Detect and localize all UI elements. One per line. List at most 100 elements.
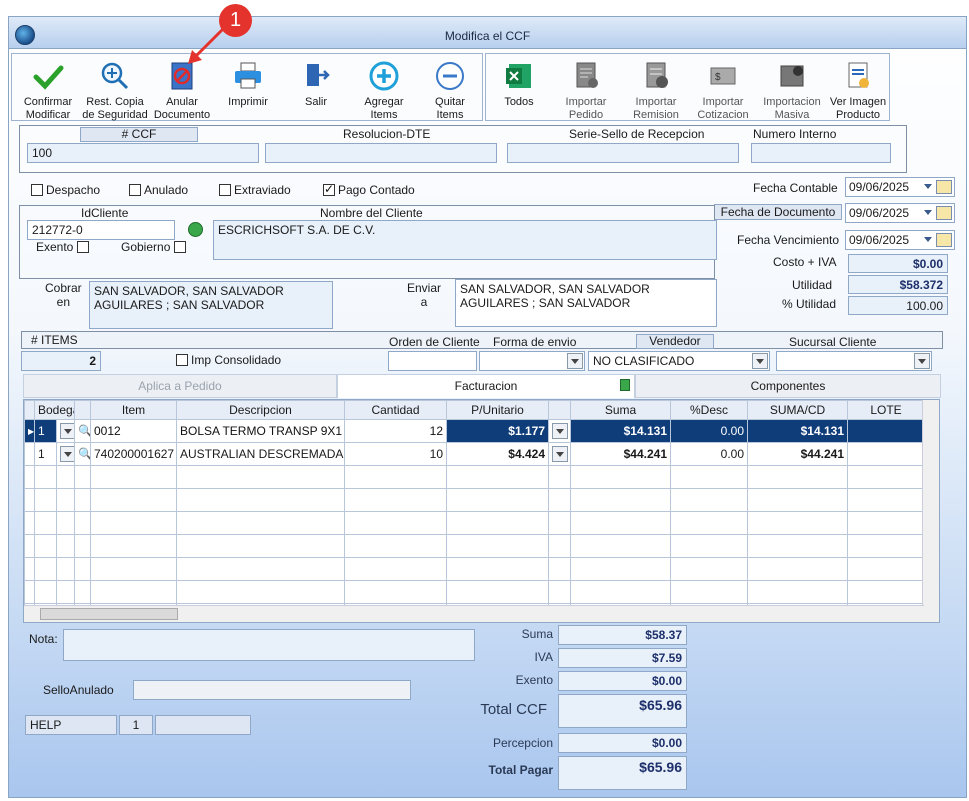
cantidad-cell[interactable]: 10 — [344, 442, 447, 466]
extraviado-check-box[interactable] — [219, 184, 231, 196]
lote-cell[interactable] — [847, 419, 925, 443]
bodega-cell[interactable]: 1 — [34, 442, 57, 466]
chevron-down-icon[interactable] — [924, 184, 932, 189]
bodega-dropdown[interactable] — [56, 442, 75, 466]
table-row[interactable]: ▶ 1 🔍 0012 BOLSA TERMO TRANSP 9X1 12 $1.… — [24, 419, 925, 443]
lote-cell[interactable] — [847, 442, 925, 466]
scroll-thumb[interactable] — [40, 608, 178, 620]
price-dropdown[interactable] — [548, 442, 571, 466]
view-image-button[interactable]: Ver Imagen Producto — [828, 60, 888, 122]
tab-facturacion[interactable]: Facturacion — [337, 374, 635, 398]
desc-pct-cell[interactable]: 0.00 — [670, 442, 748, 466]
percepcion-total: $0.00 — [558, 733, 687, 753]
cobrar-address-field[interactable]: SAN SALVADOR, SAN SALVADOR AGUILARES ; SA… — [89, 281, 333, 329]
despacho-check-box[interactable] — [31, 184, 43, 196]
mass-import-button[interactable]: Importacion Masiva — [762, 60, 822, 122]
table-row[interactable] — [24, 534, 925, 558]
imp-consolidado-check-box[interactable] — [176, 354, 188, 366]
table-row[interactable] — [24, 465, 925, 489]
chevron-down-icon[interactable] — [567, 353, 583, 369]
cantidad-cell[interactable]: 12 — [344, 419, 447, 443]
fecha-documento-picker[interactable]: 09/06/2025 — [845, 203, 955, 223]
exento-check-box[interactable] — [76, 241, 89, 253]
pct-utilidad-label: % Utilidad — [782, 297, 837, 311]
bodega-cell[interactable]: 1 — [34, 419, 57, 443]
svg-text:$: $ — [715, 72, 721, 83]
import-remision-icon — [640, 60, 672, 92]
fecha-vencimiento-picker[interactable]: 09/06/2025 — [845, 230, 955, 250]
table-row[interactable] — [24, 557, 925, 581]
numero-interno-field[interactable] — [751, 143, 891, 163]
chevron-down-icon[interactable] — [924, 210, 932, 215]
table-row[interactable] — [24, 580, 925, 604]
desc-pct-cell[interactable]: 0.00 — [670, 419, 748, 443]
tab-aplica-pedido[interactable]: Aplica a Pedido — [23, 374, 337, 398]
nota-field[interactable] — [63, 629, 475, 661]
pago-contado-check-box[interactable] — [323, 182, 335, 196]
punitario-cell[interactable]: $1.177 — [446, 419, 549, 443]
chevron-down-icon[interactable] — [552, 423, 568, 439]
serie-sello-field[interactable] — [507, 143, 739, 163]
excel-icon — [503, 60, 535, 92]
tab-componentes[interactable]: Componentes — [635, 374, 941, 398]
ccf-number-field[interactable]: 100 — [27, 143, 259, 163]
nombre-cliente-field[interactable]: ESCRICHSOFT S.A. DE C.V. — [213, 220, 717, 260]
exit-button[interactable]: Salir — [288, 60, 344, 109]
chevron-down-icon[interactable] — [552, 446, 568, 462]
chevron-down-icon[interactable] — [752, 353, 768, 369]
gobierno-check-box[interactable] — [173, 241, 186, 253]
gobierno-checkbox[interactable]: Gobierno — [121, 240, 189, 254]
despacho-checkbox[interactable]: Despacho — [31, 183, 100, 197]
forma-envio-select[interactable] — [479, 351, 585, 371]
minus-circle-icon — [434, 60, 466, 92]
fecha-contable-picker[interactable]: 09/06/2025 — [845, 177, 955, 197]
calendar-icon[interactable] — [936, 206, 952, 220]
add-items-button[interactable]: Agregar Items — [354, 60, 414, 122]
anulado-check-box[interactable] — [129, 184, 141, 196]
help-status-num: 1 — [119, 715, 153, 735]
table-row[interactable] — [24, 511, 925, 535]
table-row[interactable]: 1 🔍 740200001627 AUSTRALIAN DESCREMADA 1… — [24, 442, 925, 466]
resolucion-field[interactable] — [265, 143, 497, 163]
table-row[interactable] — [24, 488, 925, 512]
calendar-icon[interactable] — [936, 180, 952, 194]
chevron-down-icon[interactable] — [60, 423, 74, 439]
restore-backup-button[interactable]: Rest. Copia de Seguridad — [80, 60, 150, 122]
enviar-address-field[interactable]: SAN SALVADOR, SAN SALVADOR AGUILARES ; SA… — [455, 279, 717, 327]
pago-contado-checkbox[interactable]: Pago Contado — [323, 182, 415, 197]
import-remision-button[interactable]: Importar Remision — [626, 60, 686, 122]
import-quote-button[interactable]: $ Importar Cotizacion — [692, 60, 754, 122]
fecha-vencimiento-value: 09/06/2025 — [849, 233, 910, 247]
import-order-button[interactable]: Importar Pedido — [558, 60, 614, 122]
extraviado-checkbox[interactable]: Extraviado — [219, 183, 291, 197]
vertical-scrollbar[interactable] — [922, 400, 939, 622]
orden-cliente-field[interactable] — [388, 351, 477, 371]
horizontal-scrollbar[interactable] — [24, 605, 924, 622]
resolucion-label: Resolucion-DTE — [343, 127, 431, 141]
annotation-arrow-icon — [188, 22, 230, 64]
item-cell[interactable]: 740200001627 — [90, 442, 177, 466]
exento-checkbox[interactable]: Exento — [36, 240, 92, 254]
punitario-cell[interactable]: $4.424 — [446, 442, 549, 466]
sucursal-select[interactable] — [776, 351, 932, 371]
vendedor-select[interactable]: NO CLASIFICADO — [588, 351, 770, 371]
descripcion-cell[interactable]: BOLSA TERMO TRANSP 9X1 — [176, 419, 345, 443]
search-icon[interactable]: 🔍 — [74, 442, 91, 466]
chevron-down-icon[interactable] — [60, 446, 74, 462]
bodega-dropdown[interactable] — [56, 419, 75, 443]
export-all-button[interactable]: Todos — [494, 60, 544, 109]
chevron-down-icon[interactable] — [914, 353, 930, 369]
calendar-icon[interactable] — [936, 233, 952, 247]
imp-consolidado-checkbox[interactable]: Imp Consolidado — [176, 353, 281, 367]
remove-items-button[interactable]: Quitar Items — [420, 60, 480, 122]
anulado-checkbox[interactable]: Anulado — [129, 183, 188, 197]
id-cliente-field[interactable]: 212772-0 — [27, 220, 175, 240]
sello-anulado-field[interactable] — [133, 680, 411, 700]
search-icon[interactable]: 🔍 — [74, 419, 91, 443]
confirm-modify-button[interactable]: Confirmar Modificar — [18, 60, 78, 122]
descripcion-cell[interactable]: AUSTRALIAN DESCREMADA — [176, 442, 345, 466]
chevron-down-icon[interactable] — [924, 237, 932, 242]
item-cell[interactable]: 0012 — [90, 419, 177, 443]
exento-total: $0.00 — [558, 671, 687, 691]
price-dropdown[interactable] — [548, 419, 571, 443]
